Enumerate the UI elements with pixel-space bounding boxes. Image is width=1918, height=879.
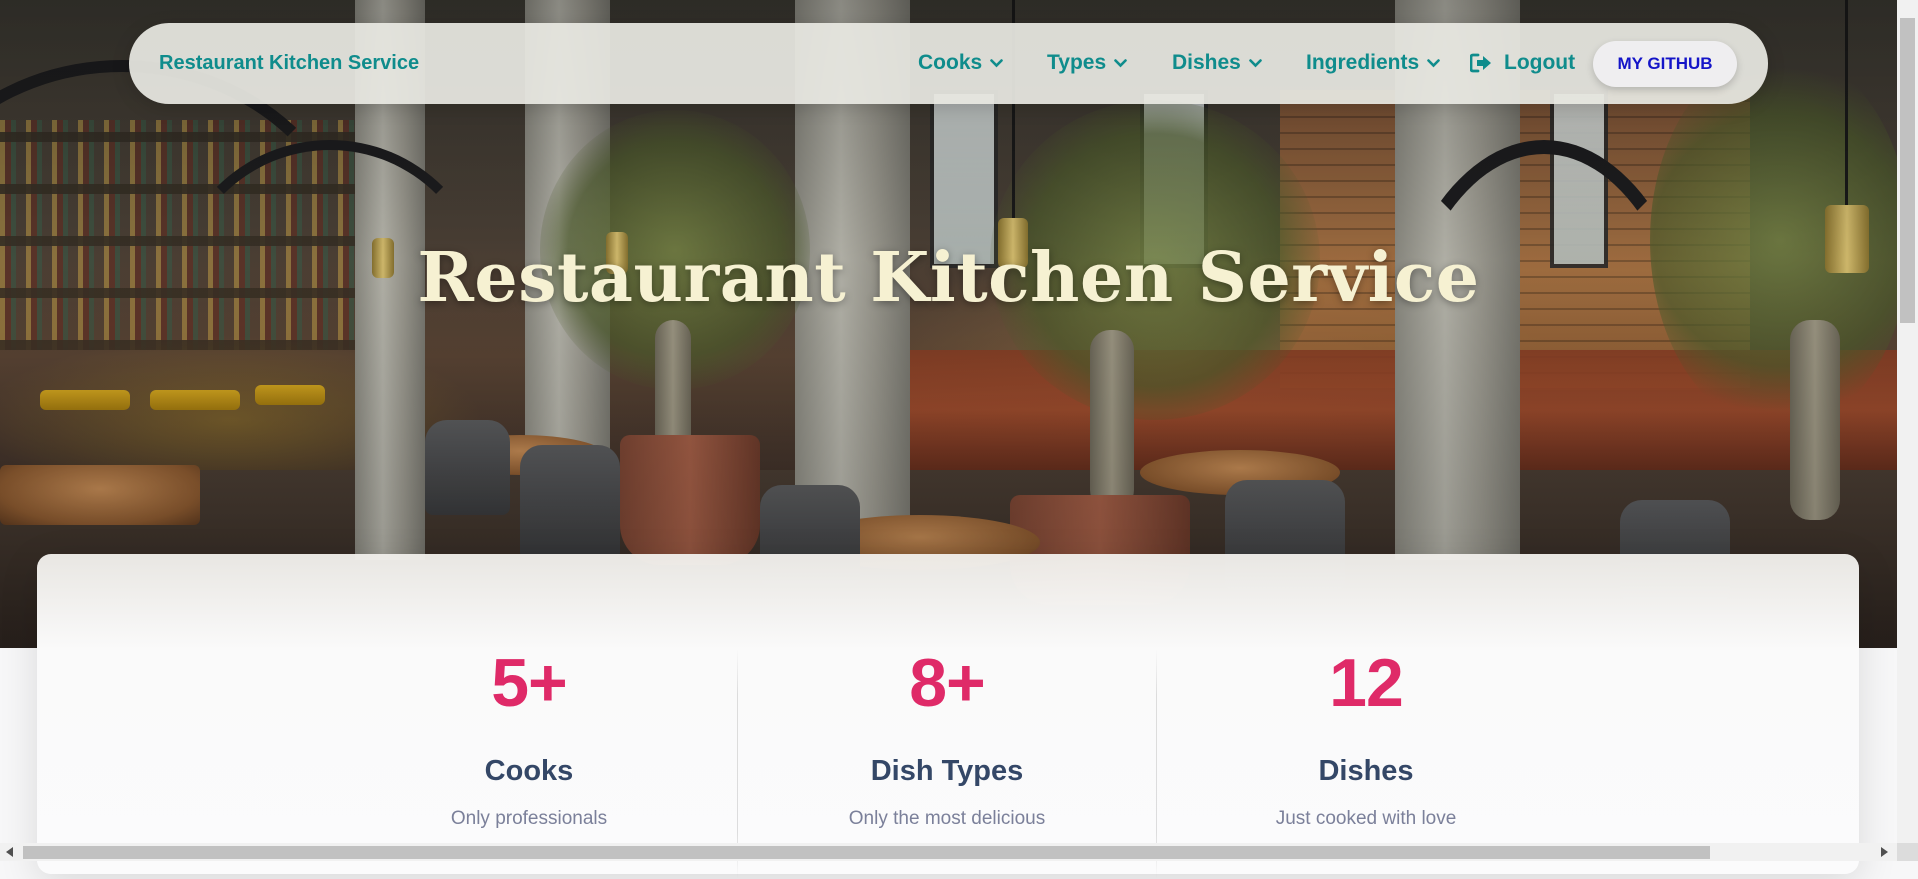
hero-title: Restaurant Kitchen Service bbox=[417, 238, 1480, 318]
stat-title: Cooks bbox=[484, 755, 574, 787]
nav-types-dropdown[interactable]: Types bbox=[1047, 51, 1127, 75]
stat-cooks: 5+ Cooks Only professionals bbox=[319, 649, 739, 830]
brand-link[interactable]: Restaurant Kitchen Service bbox=[159, 52, 419, 75]
nav-dishes-label: Dishes bbox=[1172, 51, 1241, 74]
github-button[interactable]: MY GITHUB bbox=[1593, 41, 1737, 87]
chevron-down-icon bbox=[1114, 58, 1127, 67]
chevron-down-icon bbox=[1427, 58, 1440, 67]
stat-title: Dishes bbox=[1318, 755, 1414, 787]
stat-description: Just cooked with love bbox=[1275, 808, 1457, 829]
stat-dish-types: 8+ Dish Types Only the most delicious bbox=[737, 649, 1157, 830]
stat-title: Dish Types bbox=[870, 755, 1024, 787]
nav-types-label: Types bbox=[1047, 51, 1107, 74]
vertical-scrollbar[interactable] bbox=[1897, 0, 1918, 843]
scroll-left-arrow-icon[interactable] bbox=[6, 847, 14, 857]
stats-card: 5+ Cooks Only professionals 8+ Dish Type… bbox=[37, 554, 1859, 879]
sign-out-icon bbox=[1470, 53, 1491, 73]
nav-cooks-dropdown[interactable]: Cooks bbox=[918, 51, 1003, 75]
scrollbar-corner bbox=[1897, 843, 1918, 861]
stat-number: 12 bbox=[1329, 645, 1404, 721]
vertical-scrollbar-thumb[interactable] bbox=[1900, 18, 1915, 323]
stat-number: 8+ bbox=[909, 645, 986, 721]
nav-ingredients-label: Ingredients bbox=[1306, 51, 1420, 74]
scroll-right-arrow-icon[interactable] bbox=[1881, 847, 1889, 857]
stat-number: 5+ bbox=[491, 645, 568, 721]
nav-cooks-label: Cooks bbox=[918, 51, 983, 74]
stat-dishes: 12 Dishes Just cooked with love bbox=[1156, 649, 1576, 830]
chevron-down-icon bbox=[1249, 58, 1262, 67]
logout-label: Logout bbox=[1504, 51, 1576, 74]
nav-ingredients-dropdown[interactable]: Ingredients bbox=[1306, 51, 1440, 75]
horizontal-scrollbar[interactable] bbox=[0, 843, 1897, 861]
chevron-down-icon bbox=[990, 58, 1003, 67]
stat-description: Only professionals bbox=[450, 808, 608, 829]
horizontal-scrollbar-thumb[interactable] bbox=[23, 846, 1710, 859]
logout-link[interactable]: Logout bbox=[1470, 51, 1575, 75]
nav-dishes-dropdown[interactable]: Dishes bbox=[1172, 51, 1262, 75]
navbar: Restaurant Kitchen Service Cooks Types D… bbox=[129, 23, 1768, 104]
stat-description: Only the most delicious bbox=[848, 808, 1046, 829]
